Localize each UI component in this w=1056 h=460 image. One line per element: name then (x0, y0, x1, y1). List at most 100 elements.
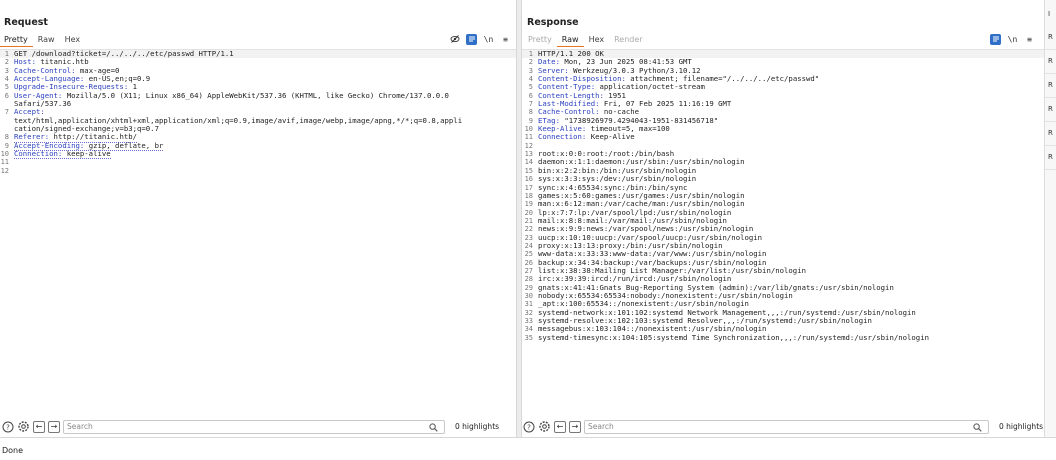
response-search-input[interactable]: Search (584, 419, 989, 434)
header-value: systemd-timesync:x:104:105:systemd Time … (538, 332, 929, 342)
previous-arrow-icon[interactable]: ← (554, 420, 566, 433)
hide-icon[interactable] (449, 34, 460, 45)
header-value: Keep-Alive (586, 132, 635, 142)
search-icon (973, 422, 982, 432)
pretty-print-icon[interactable] (990, 33, 1001, 45)
line-number: 1 (4, 50, 9, 58)
line-number: 13 (524, 150, 533, 159)
line-number: 14 (524, 158, 533, 167)
line-number: 10 (0, 150, 9, 159)
line-number: 29 (524, 283, 533, 292)
sidebar-separator (1045, 49, 1056, 50)
code-text: User-Agent: Mozilla/5.0 (X11; Linux x86_… (14, 90, 449, 100)
line-number: 9 (528, 116, 533, 125)
line-number: 34 (524, 325, 533, 334)
code-line: 6 User-Agent: Mozilla/5.0 (X11; Linux x86… (0, 90, 516, 100)
next-arrow-icon[interactable]: → (569, 420, 581, 433)
request-editor[interactable]: 1 GET /download?ticket=/../../../etc/pass… (0, 49, 516, 412)
settings-gear-icon[interactable] (538, 420, 551, 433)
code-line: 35 systemd-timesync:x:104:105:systemd Tim… (522, 332, 1044, 342)
line-number: 25 (524, 250, 533, 259)
search-icon (429, 422, 438, 432)
line-number: 7 (528, 100, 533, 109)
line-number: 2 (528, 58, 533, 67)
line-number: 24 (524, 241, 533, 250)
code-line: 12 (0, 167, 516, 175)
line-number: 22 (524, 225, 533, 234)
svg-text:?: ? (6, 423, 10, 431)
line-number: 17 (524, 183, 533, 192)
inspector-sidebar: I R R R R R R (1044, 0, 1056, 437)
line-number: 10 (524, 125, 533, 134)
tab-hex[interactable]: Hex (60, 32, 86, 47)
line-number: 4 (528, 75, 533, 84)
line-number: 12 (524, 141, 533, 150)
header-name: Connection: (14, 149, 63, 159)
line-number: 11 (524, 133, 533, 142)
line-number: 20 (524, 208, 533, 217)
line-number: 35 (524, 333, 533, 342)
sidebar-item[interactable]: R (1048, 33, 1053, 41)
line-number: 18 (524, 191, 533, 200)
sidebar-item[interactable]: R (1048, 105, 1053, 113)
help-icon[interactable]: ? (1, 420, 14, 433)
line-number: 2 (4, 58, 9, 67)
line-number: 28 (524, 275, 533, 284)
request-tabs: Pretty Raw Hex (0, 32, 85, 47)
sidebar-separator (1045, 121, 1056, 122)
next-arrow-icon[interactable]: → (48, 420, 60, 433)
request-search-bar: ? ← → Search 0 highlights (1, 418, 516, 435)
line-number: 1 (528, 50, 533, 58)
menu-icon[interactable]: ≡ (1024, 34, 1035, 45)
sidebar-item[interactable]: R (1048, 57, 1053, 65)
sidebar-item[interactable]: I (1048, 10, 1050, 18)
svg-text:?: ? (527, 423, 531, 431)
line-number: 7 (4, 108, 9, 117)
line-number: 8 (528, 108, 533, 117)
code-text: Connection: Keep-Alive (538, 133, 635, 141)
request-toolbar: \n ≡ (449, 32, 511, 46)
code-line: Safari/537.36 (0, 99, 516, 108)
response-search-bar: ? ← → Search 0 highlights (522, 418, 1044, 435)
tab-raw[interactable]: Raw (556, 32, 584, 47)
response-editor[interactable]: 1 HTTP/1.1 200 OK 2 Date: Mon, 23 Jun 2025 … (522, 49, 1044, 412)
pretty-print-icon[interactable] (466, 33, 477, 45)
code-line: 11 (0, 158, 516, 166)
response-tabs: Pretty Raw Hex Render (522, 32, 648, 47)
line-number: 32 (524, 308, 533, 317)
tab-raw[interactable]: Raw (33, 32, 60, 47)
tab-pretty[interactable]: Pretty (522, 32, 557, 47)
help-icon[interactable]: ? (522, 420, 535, 433)
newline-toggle-icon[interactable]: \n (483, 34, 494, 45)
line-number: 5 (4, 83, 9, 92)
line-number: 19 (524, 200, 533, 209)
line-number: 11 (0, 158, 9, 167)
tab-pretty[interactable]: Pretty (0, 32, 33, 47)
header-value: Mozilla/5.0 (X11; Linux x86_64) AppleWeb… (62, 90, 449, 100)
request-search-input[interactable]: Search (63, 419, 445, 434)
response-highlight-count: 0 highlights (999, 422, 1044, 431)
line-number: 5 (528, 83, 533, 92)
newline-toggle-icon[interactable]: \n (1007, 34, 1018, 45)
status-text: Done (2, 446, 24, 455)
code-line: 11 Connection: Keep-Alive (522, 133, 1044, 142)
sidebar-separator (1045, 145, 1056, 146)
response-toolbar: \n ≡ (990, 32, 1035, 46)
sidebar-item[interactable]: R (1048, 153, 1053, 161)
request-highlight-count: 0 highlights (455, 422, 500, 431)
previous-arrow-icon[interactable]: ← (33, 420, 45, 433)
tab-render[interactable]: Render (609, 32, 647, 47)
code-text: systemd-timesync:x:104:105:systemd Time … (538, 332, 929, 342)
line-number: 23 (524, 233, 533, 242)
line-number: 31 (524, 300, 533, 309)
settings-gear-icon[interactable] (17, 420, 30, 433)
sidebar-item[interactable]: R (1048, 129, 1053, 137)
line-number: 16 (524, 175, 533, 184)
line-number: 3 (4, 66, 9, 75)
request-title: Request (4, 17, 48, 28)
request-pane: Request Pretty Raw Hex \n ≡ 1 GET /download… (0, 0, 516, 437)
sidebar-separator (1045, 169, 1056, 170)
menu-icon[interactable]: ≡ (500, 34, 511, 45)
sidebar-item[interactable]: R (1048, 81, 1053, 89)
tab-hex[interactable]: Hex (584, 32, 610, 47)
